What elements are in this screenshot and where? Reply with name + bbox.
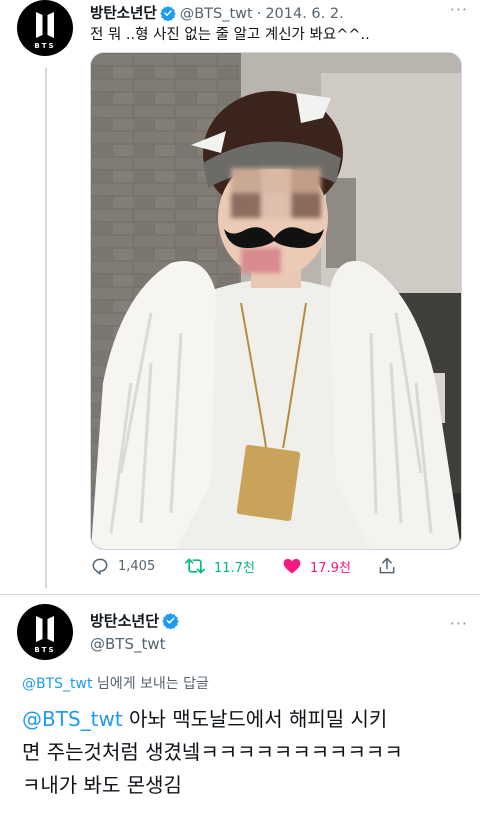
bts-logo-icon: BTS	[34, 616, 55, 654]
like-count: 17.9천	[310, 560, 351, 576]
reply-to-suffix: 님에게 보내는 답글	[92, 676, 209, 692]
author-name[interactable]: 방탄소년단	[90, 6, 157, 22]
reply-count: 1,405	[118, 558, 156, 574]
like-button[interactable]: 17.9천	[282, 556, 351, 576]
svg-text:BTS: BTS	[34, 646, 55, 654]
tweet-actions: 1,405 11.7천 17.9천	[90, 556, 470, 580]
photo-illustration	[91, 53, 461, 549]
retweet-icon	[184, 558, 205, 574]
author-name[interactable]: 방탄소년단	[90, 612, 159, 630]
reply-line-3: ㅋ내가 봐도 몬생김	[22, 773, 182, 797]
tweet-date[interactable]: 2014. 6. 2.	[265, 6, 343, 22]
author-handle[interactable]: @BTS_twt	[180, 6, 253, 22]
tweet-header: 방탄소년단 @BTS_twt · 2014. 6. 2.	[90, 2, 344, 25]
share-button[interactable]	[377, 556, 397, 576]
reply-text-part: 아놔 맥도날드에서 해피밀 시키	[122, 707, 388, 731]
retweet-count: 11.7천	[214, 560, 255, 576]
more-icon[interactable]: ···	[450, 614, 468, 633]
reply-text: @BTS_twt 아놔 맥도날드에서 해피밀 시키 면 주는것처럼 생겼넼ㅋㅋㅋ…	[22, 703, 472, 802]
svg-text:BTS: BTS	[34, 42, 55, 50]
tweet-text: 전 뭐 ..형 사진 없는 줄 알고 계신가 봐요^^..	[90, 27, 370, 43]
body-mention[interactable]: @BTS_twt	[22, 707, 123, 731]
reply-icon	[92, 558, 108, 575]
tweet-image[interactable]	[90, 52, 462, 550]
avatar[interactable]: BTS	[17, 0, 73, 56]
tweet-divider	[0, 594, 480, 595]
share-icon	[379, 557, 395, 574]
author-name-row: 방탄소년단	[90, 610, 183, 633]
heart-icon	[283, 558, 301, 574]
retweet-button[interactable]: 11.7천	[184, 556, 255, 576]
author-handle[interactable]: @BTS_twt	[90, 635, 166, 653]
reply-line-1: @BTS_twt 아놔 맥도날드에서 해피밀 시키	[22, 703, 472, 736]
bts-logo-icon: BTS	[34, 12, 55, 50]
reply-button[interactable]: 1,405	[90, 556, 155, 576]
verified-badge-icon	[159, 5, 176, 25]
thread-line	[45, 68, 47, 588]
reply-to-mention[interactable]: @BTS_twt	[22, 676, 92, 692]
avatar[interactable]: BTS	[17, 604, 73, 660]
reply-line-2: 면 주는것처럼 생겼넼ㅋㅋㅋㅋㅋㅋㅋㅋㅋㅋㅋ	[22, 740, 403, 764]
reply-context: @BTS_twt 님에게 보내는 답글	[22, 673, 209, 693]
verified-badge-icon	[162, 612, 179, 633]
more-icon[interactable]: ···	[450, 0, 468, 19]
separator: ·	[256, 6, 262, 22]
